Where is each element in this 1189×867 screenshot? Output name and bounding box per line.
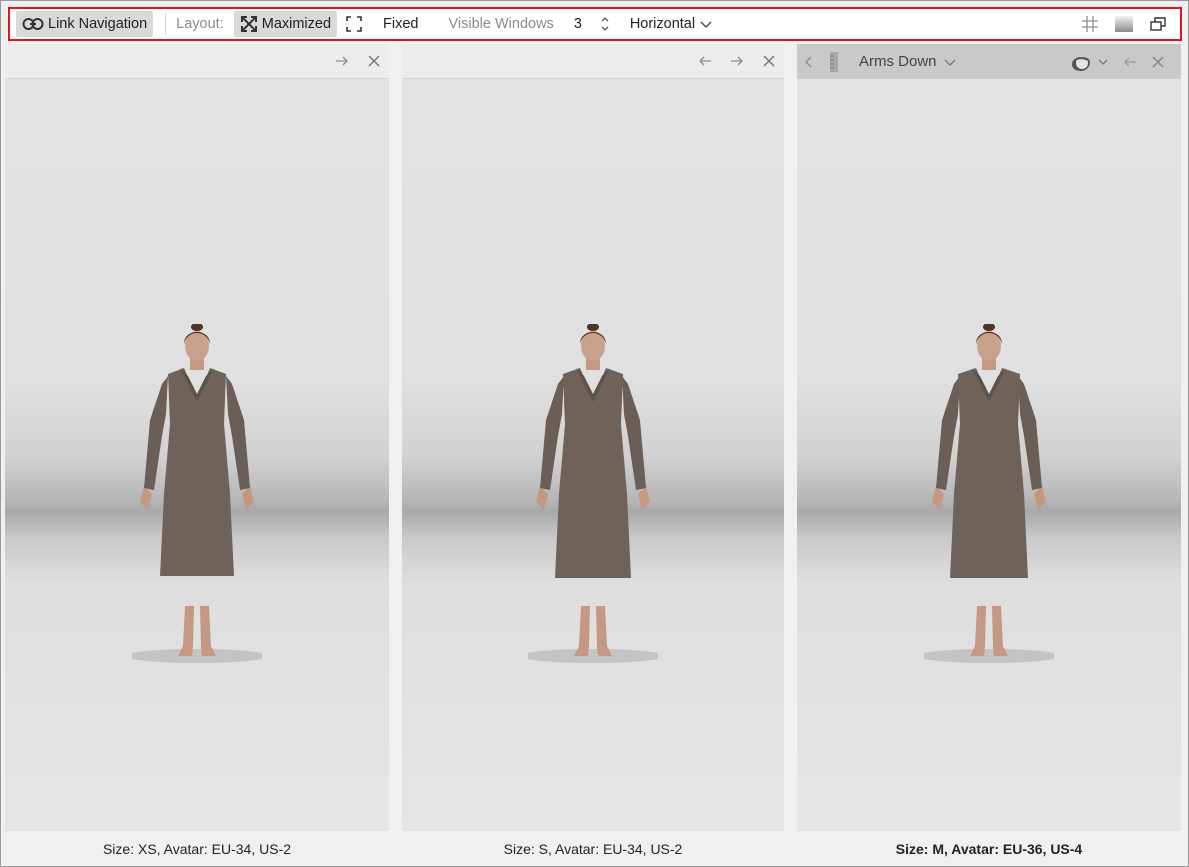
fixed-frame-icon — [346, 16, 362, 32]
app-window: Link Navigation Layout: Maximized Fixed — [0, 0, 1189, 867]
pose-select[interactable]: Arms Down — [841, 53, 957, 70]
viewer-panel-3[interactable]: Arms Down — [797, 44, 1181, 831]
panel-caption: Size: XS, Avatar: EU-34, US-2 — [5, 831, 389, 866]
chevron-left-icon[interactable] — [803, 55, 815, 69]
panel-separator[interactable] — [389, 44, 402, 831]
arrow-left-icon[interactable] — [1123, 55, 1137, 69]
avatar-figure — [924, 324, 1054, 663]
grid-icon[interactable] — [1080, 14, 1100, 34]
visible-windows-value[interactable]: 3 — [568, 16, 600, 32]
3d-viewport[interactable] — [402, 79, 784, 831]
panel-header — [5, 44, 389, 79]
panel-caption: Size: S, Avatar: EU-34, US-2 — [402, 831, 784, 866]
fixed-layout-icon-button[interactable] — [337, 11, 373, 37]
close-icon[interactable] — [367, 54, 381, 68]
arrow-right-icon[interactable] — [335, 54, 349, 68]
chevron-down-icon — [1098, 59, 1108, 65]
panel-header-tools — [1069, 52, 1173, 72]
3d-viewport[interactable] — [5, 79, 389, 831]
avatar-figure — [132, 324, 262, 663]
layout-label: Layout: — [176, 16, 224, 32]
maximize-icon — [240, 16, 257, 32]
3d-viewport[interactable] — [797, 79, 1181, 831]
close-icon[interactable] — [1151, 55, 1165, 69]
panel-separator[interactable] — [784, 44, 797, 831]
avatar-head-icon — [1072, 56, 1090, 71]
link-icon — [22, 18, 44, 30]
close-icon[interactable] — [762, 54, 776, 68]
panel-caption-active: Size: M, Avatar: EU-36, US-4 — [797, 831, 1181, 866]
avatar-figure — [528, 324, 658, 663]
link-navigation-label: Link Navigation — [48, 16, 148, 32]
link-navigation-button[interactable]: Link Navigation — [16, 11, 154, 37]
avatar-select[interactable] — [1069, 52, 1109, 72]
maximized-label: Maximized — [261, 16, 332, 32]
viewer-panel-1[interactable] — [5, 44, 389, 831]
maximized-button[interactable]: Maximized — [233, 11, 338, 37]
toolbar-divider — [165, 13, 167, 35]
orientation-value: Horizontal — [629, 16, 696, 32]
layout-toolbar: Link Navigation Layout: Maximized Fixed — [8, 7, 1182, 41]
panel-header — [402, 44, 784, 79]
toolbar-right-tools — [1080, 14, 1180, 34]
fixed-label: Fixed — [383, 16, 419, 32]
orientation-select[interactable]: Horizontal — [623, 11, 720, 37]
chevron-down-icon — [944, 59, 955, 66]
visible-windows-label: Visible Windows — [448, 16, 554, 32]
arrow-right-icon[interactable] — [730, 54, 744, 68]
stepper-icon[interactable] — [600, 15, 610, 33]
viewer-panel-2[interactable] — [402, 44, 784, 831]
visible-windows-stepper[interactable]: 3 — [563, 11, 614, 37]
pose-label: Arms Down — [859, 53, 937, 70]
chevron-down-icon — [700, 21, 712, 28]
panel-header-active: Arms Down — [797, 44, 1181, 79]
fixed-button[interactable]: Fixed — [373, 11, 431, 37]
arrow-left-icon[interactable] — [698, 54, 712, 68]
ruler-icon[interactable] — [827, 51, 841, 73]
background-icon[interactable] — [1114, 15, 1134, 33]
restore-window-icon[interactable] — [1148, 15, 1168, 33]
